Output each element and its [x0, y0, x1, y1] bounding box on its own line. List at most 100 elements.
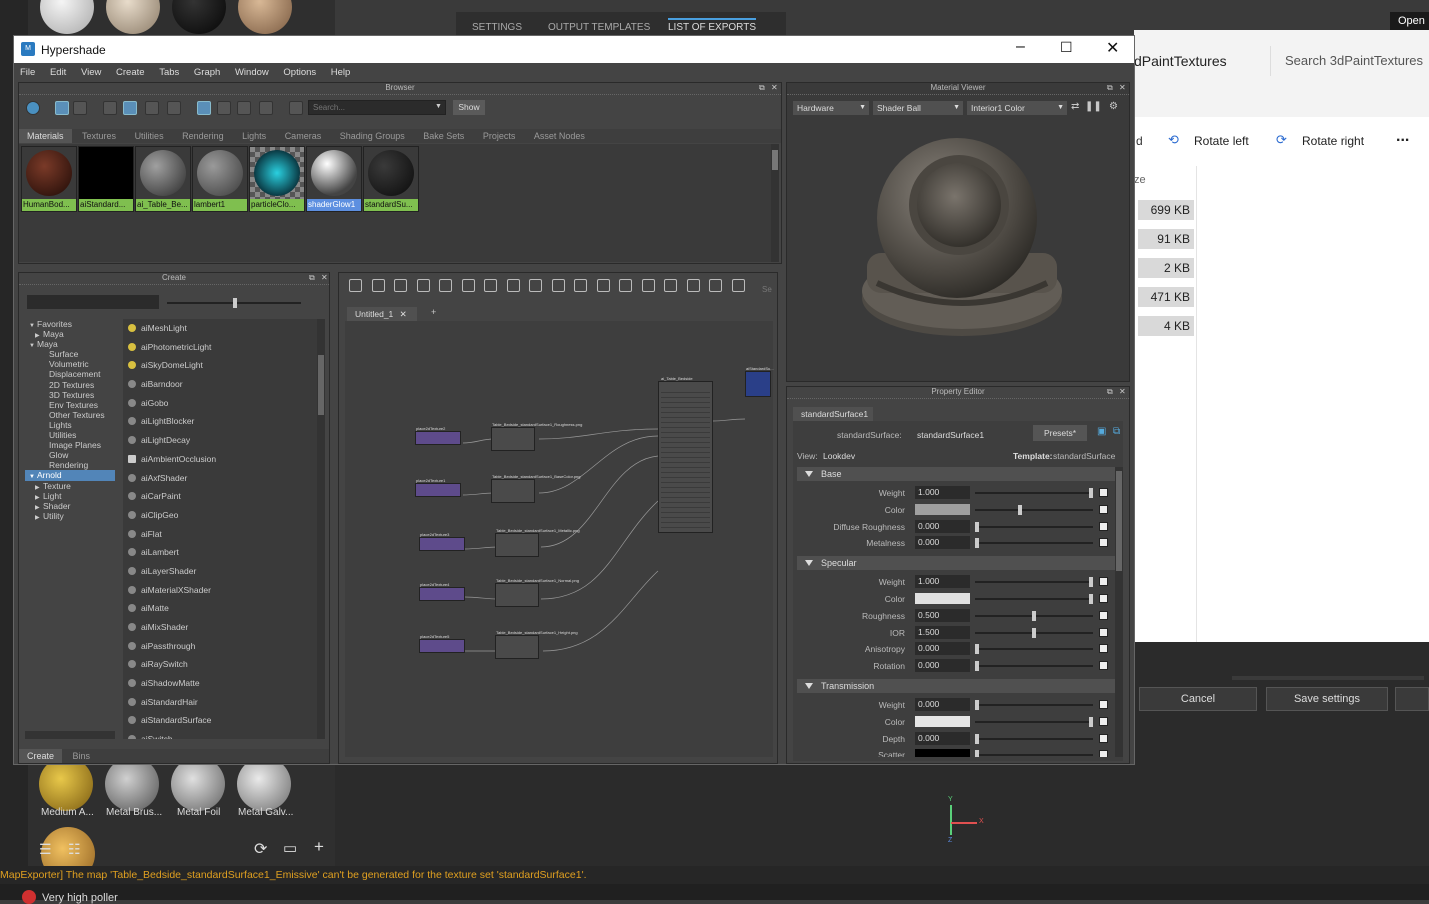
- full-icon[interactable]: [596, 279, 610, 292]
- place2d-node[interactable]: place2dTexture2: [415, 426, 461, 445]
- focus-icon[interactable]: ▣: [1097, 426, 1106, 437]
- graph-search-stub[interactable]: Se: [762, 285, 772, 294]
- swatch-icon[interactable]: [709, 279, 722, 292]
- property-slider[interactable]: [975, 750, 1093, 757]
- menu-create[interactable]: Create: [116, 67, 145, 78]
- refresh-icon[interactable]: ⟳: [254, 839, 267, 859]
- map-button-icon[interactable]: [1099, 627, 1108, 637]
- maximize-icon[interactable]: ☐: [1060, 39, 1073, 56]
- tab-create[interactable]: Create: [19, 749, 63, 763]
- place2d-node[interactable]: place2dTexture1: [415, 478, 461, 497]
- tree-item[interactable]: Image Planes: [25, 440, 115, 450]
- rotate-left-button[interactable]: ⟲ Rotate left: [1168, 132, 1268, 150]
- color-swatch[interactable]: [915, 715, 970, 727]
- float-panel-icon[interactable]: ⧉: [759, 83, 765, 93]
- shelf-material-thumb[interactable]: [39, 757, 93, 811]
- file-texture-node[interactable]: Table_Bedside_standardSurface1_BaseColor…: [491, 474, 581, 503]
- node-list-item[interactable]: aiBarndoor: [123, 375, 317, 394]
- material-swatch[interactable]: particleClo...: [249, 146, 305, 212]
- node-list-item[interactable]: aiSwitch: [123, 730, 317, 739]
- output-icon[interactable]: [439, 279, 452, 292]
- node-list-item[interactable]: aiMatte: [123, 599, 317, 618]
- browser-search-input[interactable]: [308, 100, 446, 115]
- search-icon[interactable]: [619, 279, 632, 292]
- tab-materials[interactable]: Materials: [19, 129, 72, 143]
- property-slider[interactable]: [975, 716, 1093, 727]
- slider-handle[interactable]: [1032, 627, 1036, 638]
- color-swatch[interactable]: [915, 593, 970, 604]
- property-value-field[interactable]: 0.000: [915, 519, 970, 533]
- tree-item[interactable]: Displacement: [25, 369, 115, 379]
- minimize-icon[interactable]: –: [1016, 38, 1025, 56]
- size-column-header[interactable]: ze: [1134, 174, 1146, 186]
- tree-item[interactable]: ▶ Texture: [25, 481, 115, 491]
- material-swatch[interactable]: HumanBod...: [21, 146, 77, 212]
- tree-item[interactable]: Surface: [25, 349, 115, 359]
- shelf-material-thumb[interactable]: [171, 757, 225, 811]
- map-button-icon[interactable]: [1099, 610, 1108, 620]
- graph-icon[interactable]: [394, 279, 407, 292]
- property-scrollbar[interactable]: [1115, 467, 1123, 757]
- property-value-field[interactable]: 1.500: [915, 625, 970, 639]
- property-slider[interactable]: [975, 577, 1093, 588]
- tab-shading-groups[interactable]: Shading Groups: [332, 129, 413, 143]
- material-swatch[interactable]: lambert1: [192, 146, 248, 212]
- close-panel-icon[interactable]: ✕: [1119, 83, 1126, 92]
- shading-group-node[interactable]: aiStandardSu...: [745, 366, 774, 397]
- environment-dropdown[interactable]: Interior1 Color ▼: [967, 101, 1067, 115]
- rearrange-icon[interactable]: [506, 279, 520, 292]
- export-button-stub[interactable]: [1395, 687, 1429, 711]
- tab-list-of-exports[interactable]: LIST OF EXPORTS: [668, 18, 756, 33]
- property-value-field[interactable]: 1.000: [915, 486, 970, 499]
- tree-item[interactable]: Utilities: [25, 430, 115, 440]
- node-name-field[interactable]: standardSurface1: [917, 430, 984, 440]
- property-value-field[interactable]: 0.000: [915, 642, 970, 656]
- template-value[interactable]: standardSurface: [1053, 451, 1115, 461]
- tab-lights[interactable]: Lights: [234, 129, 274, 143]
- filter-icon[interactable]: [289, 101, 303, 115]
- save-settings-button[interactable]: Save settings: [1266, 687, 1388, 711]
- simple-icon[interactable]: [551, 279, 565, 292]
- title-bar[interactable]: M Hypershade – ☐ ✕: [14, 36, 1134, 63]
- menu-help[interactable]: Help: [331, 67, 351, 78]
- tab-settings[interactable]: SETTINGS: [472, 22, 522, 33]
- slider-handle[interactable]: [975, 644, 979, 655]
- tab-bake-sets[interactable]: Bake Sets: [415, 129, 472, 143]
- tab-untitled[interactable]: Untitled_1 ✕: [347, 307, 417, 321]
- map-button-icon[interactable]: [1099, 661, 1108, 671]
- tree-item[interactable]: ▶ Shader: [25, 501, 115, 511]
- tree-item[interactable]: ▼ Favorites: [25, 319, 115, 329]
- menu-graph[interactable]: Graph: [194, 67, 220, 78]
- folder-icon[interactable]: ▭: [283, 839, 297, 857]
- map-button-icon[interactable]: [1099, 644, 1108, 654]
- slider-handle[interactable]: [1032, 610, 1036, 621]
- sort-name-icon[interactable]: [197, 101, 211, 115]
- icon-size-slider[interactable]: [167, 298, 301, 308]
- toggle-on-icon[interactable]: [26, 101, 40, 115]
- file-texture-node[interactable]: Table_Bedside_standardSurface1_Height.pn…: [495, 630, 578, 659]
- tree-item[interactable]: 2D Textures: [25, 380, 115, 390]
- map-button-icon[interactable]: [1099, 504, 1108, 514]
- browser-scrollbar[interactable]: [771, 144, 779, 262]
- shelf-material-thumb[interactable]: [237, 757, 291, 811]
- node-list-item[interactable]: aiCarPaint: [123, 487, 317, 506]
- node-list-item[interactable]: aiStandardSurface: [123, 711, 317, 731]
- slider-handle[interactable]: [1089, 594, 1093, 604]
- settings-icon[interactable]: ⚙: [1109, 101, 1118, 112]
- input-icon[interactable]: [416, 279, 430, 292]
- property-slider[interactable]: [975, 488, 1093, 498]
- map-button-icon[interactable]: [1099, 538, 1108, 548]
- cancel-button[interactable]: Cancel: [1139, 687, 1257, 711]
- view-icon[interactable]: [55, 101, 69, 115]
- photos-search-box[interactable]: Search 3dPaintTextures: [1270, 46, 1429, 76]
- section-header[interactable]: Transmission: [797, 679, 1121, 693]
- map-button-icon[interactable]: [1099, 733, 1108, 743]
- place2d-node[interactable]: place2dTexture4: [419, 582, 465, 601]
- node-list-item[interactable]: aiLambert: [123, 543, 317, 562]
- grid-icon[interactable]: [664, 279, 677, 292]
- xlarge-icon[interactable]: [167, 101, 181, 115]
- place2d-node[interactable]: place2dTexture3: [419, 532, 465, 551]
- tab-textures[interactable]: Textures: [74, 129, 124, 143]
- map-button-icon[interactable]: [1099, 716, 1108, 726]
- node-list-item[interactable]: aiRaySwitch: [123, 655, 317, 675]
